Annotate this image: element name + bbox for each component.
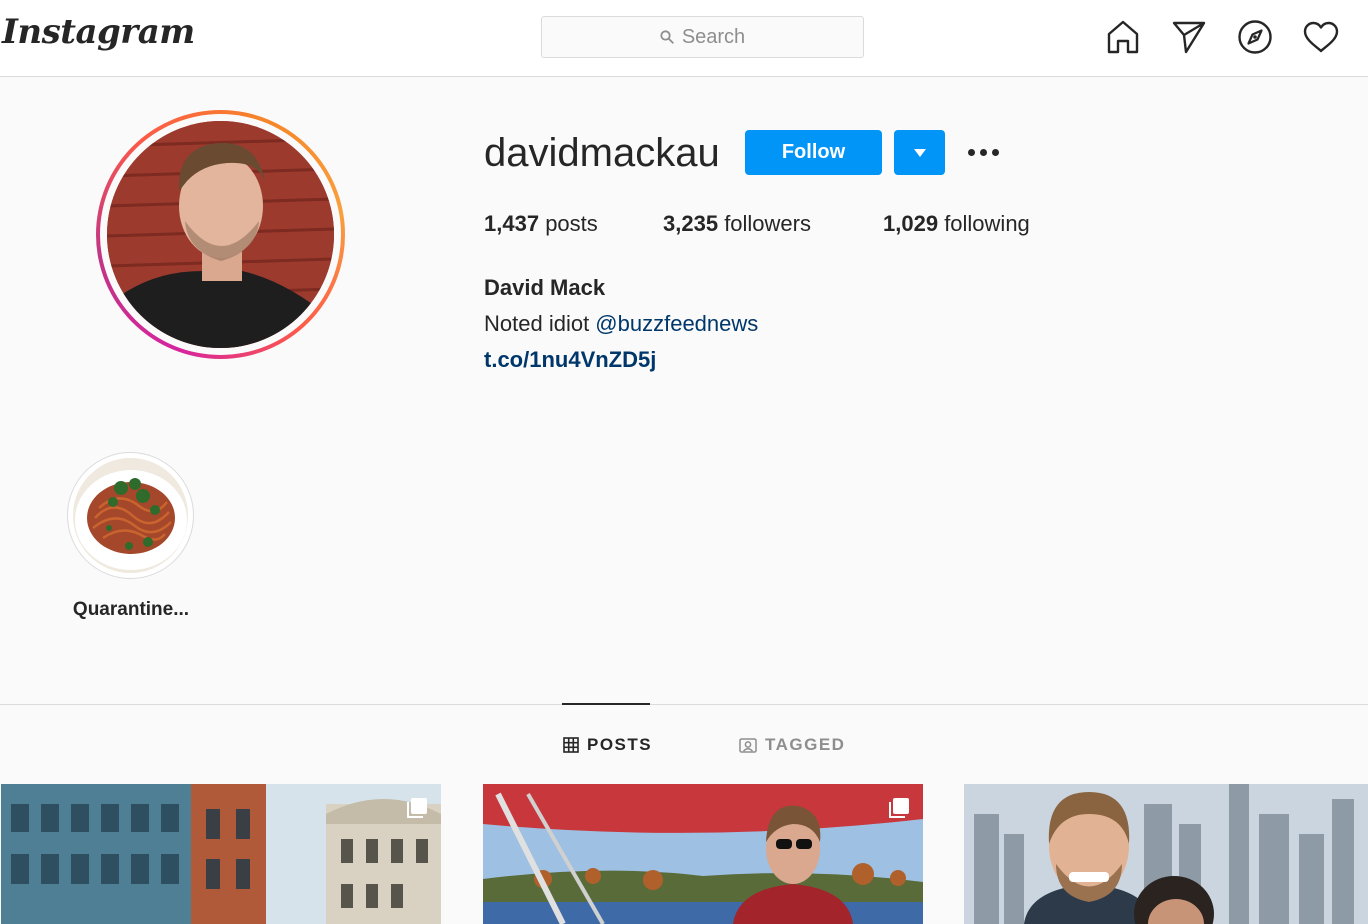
chevron-down-icon	[913, 148, 926, 157]
highlight-image	[73, 458, 188, 573]
profile-full-name: David Mack	[484, 275, 606, 300]
profile-avatar[interactable]	[96, 110, 345, 359]
more-icon	[967, 148, 975, 156]
bio-text: Noted idiot	[484, 311, 596, 336]
suggested-accounts-button[interactable]	[894, 130, 945, 175]
following-link[interactable]: 1,029 following	[883, 211, 1030, 237]
followers-link[interactable]: 3,235 followers	[663, 211, 811, 237]
profile-external-link[interactable]: t.co/1nu4VnZD5j	[484, 347, 656, 373]
active-tab-indicator	[562, 703, 650, 705]
more-icon-dot	[979, 148, 987, 156]
follow-button[interactable]: Follow	[745, 130, 882, 175]
profile-page: davidmackau Follow 1,437 posts 3,235 fol…	[0, 77, 1368, 924]
posts-count-label: posts	[545, 211, 598, 236]
search-placeholder: Search	[681, 25, 746, 48]
direct-icon	[1172, 21, 1206, 54]
tab-posts[interactable]: POSTS	[563, 735, 652, 755]
more-icon-dot	[991, 148, 999, 156]
direct-messages-button[interactable]	[1170, 18, 1208, 56]
tab-posts-label: POSTS	[587, 735, 653, 754]
search-icon	[660, 30, 674, 44]
top-navigation: Instagram Search	[0, 0, 1368, 77]
post-thumbnail[interactable]	[483, 784, 923, 924]
activity-button[interactable]	[1302, 18, 1340, 56]
home-button[interactable]	[1104, 18, 1142, 56]
profile-bio: Noted idiot @buzzfeednews	[484, 311, 758, 337]
more-options-button[interactable]	[962, 137, 1004, 167]
followers-count-label: followers	[724, 211, 811, 236]
instagram-logo[interactable]: Instagram	[2, 12, 195, 52]
highlight-cover	[67, 452, 194, 579]
home-icon	[1107, 20, 1139, 54]
post-thumbnail[interactable]	[1, 784, 441, 924]
highlight-label: Quarantine...	[72, 599, 190, 620]
followers-count-value: 3,235	[663, 211, 719, 236]
explore-button[interactable]	[1236, 18, 1274, 56]
multiple-icon	[889, 798, 909, 818]
avatar-photo	[107, 121, 334, 348]
tabs-divider	[0, 704, 1368, 705]
bio-mention-link[interactable]: @buzzfeednews	[595, 311, 758, 336]
posts-count-value: 1,437	[484, 211, 540, 236]
heart-icon	[1303, 21, 1339, 53]
tagged-icon	[739, 738, 757, 753]
explore-icon	[1238, 20, 1272, 54]
following-count-label: following	[944, 211, 1030, 236]
profile-username: davidmackau	[484, 131, 720, 175]
search-input[interactable]: Search	[541, 16, 864, 58]
tab-tagged-label: TAGGED	[765, 735, 846, 754]
grid-icon	[563, 737, 579, 753]
post-thumbnail[interactable]	[964, 784, 1368, 924]
multiple-icon	[407, 798, 427, 818]
following-count-value: 1,029	[883, 211, 939, 236]
posts-count: 1,437 posts	[484, 211, 598, 237]
tab-tagged[interactable]: TAGGED	[739, 735, 845, 755]
story-highlight[interactable]: Quarantine...	[67, 452, 194, 621]
